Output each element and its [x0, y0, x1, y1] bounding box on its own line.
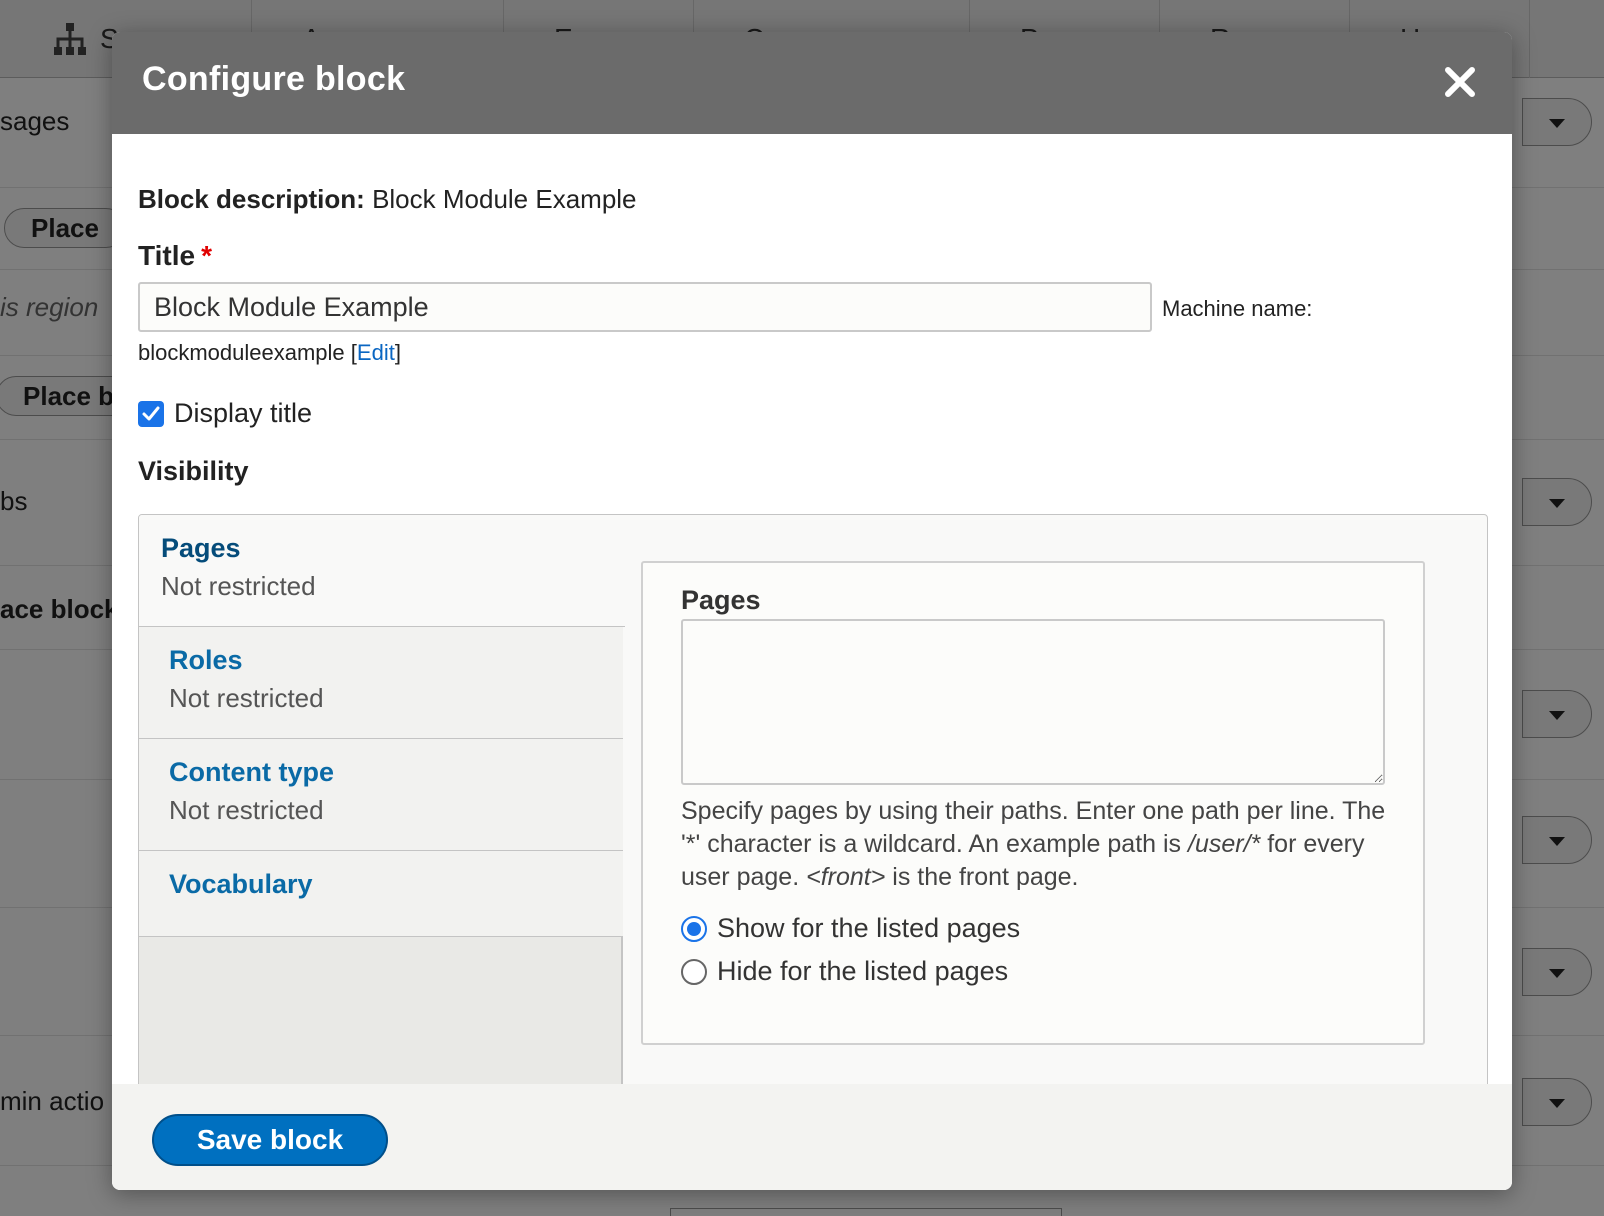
description-front: <front>: [806, 863, 886, 891]
display-title-label: Display title: [174, 398, 313, 428]
machine-name-label: Machine name:: [1162, 296, 1313, 321]
checkmark-icon: [142, 406, 160, 420]
tab-content-type[interactable]: Content type Not restricted: [139, 739, 623, 851]
block-description-value: Block Module Example: [372, 184, 637, 214]
radio-show-button[interactable]: [681, 915, 707, 942]
visibility-vertical-tabs: Pages Not restricted Roles Not restricte…: [138, 514, 1488, 1114]
tab-title: Pages: [161, 533, 241, 563]
tab-summary: Not restricted: [161, 571, 316, 601]
pages-textarea[interactable]: [681, 619, 1385, 785]
pages-pane: Pages Specify pages by using their paths…: [641, 561, 1425, 1045]
description-example-path: /user/*: [1188, 830, 1261, 858]
required-marker: *: [201, 240, 212, 271]
display-title-option[interactable]: Display title: [138, 398, 312, 429]
tab-summary: Not restricted: [169, 795, 324, 825]
title-field-label: Title *: [138, 240, 212, 272]
configure-block-dialog: Configure block Block description: Block…: [112, 32, 1512, 1190]
tab-title: Roles: [169, 645, 243, 675]
machine-name-edit-link[interactable]: Edit: [357, 340, 395, 365]
tab-vocabulary[interactable]: Vocabulary: [139, 851, 623, 937]
tab-pages[interactable]: Pages Not restricted: [139, 515, 625, 627]
title-input[interactable]: [138, 282, 1152, 332]
description-text: is the front page.: [885, 863, 1079, 891]
tab-roles[interactable]: Roles Not restricted: [139, 627, 623, 739]
pages-field-label: Pages: [681, 585, 761, 615]
visibility-heading: Visibility: [138, 456, 249, 486]
tab-title: Content type: [169, 757, 334, 787]
machine-name-bracket: ]: [394, 340, 401, 365]
block-description-label: Block description:: [138, 184, 365, 214]
dialog-footer: Save block: [112, 1084, 1512, 1190]
tab-title: Vocabulary: [169, 869, 313, 899]
title-label-text: Title: [138, 240, 196, 271]
close-button[interactable]: [1442, 64, 1478, 100]
tab-summary: Not restricted: [169, 683, 324, 713]
radio-hide-label: Hide for the listed pages: [717, 956, 1009, 986]
pages-description: Specify pages by using their paths. Ente…: [681, 795, 1401, 894]
machine-name: blockmoduleexample [Edit]: [138, 340, 401, 366]
close-icon: [1445, 67, 1475, 97]
block-description: Block description: Block Module Example: [138, 184, 637, 215]
radio-show-listed[interactable]: Show for the listed pages: [681, 913, 1020, 944]
dialog-title: Configure block: [142, 60, 406, 98]
display-title-checkbox[interactable]: [138, 400, 164, 427]
machine-name-value: blockmoduleexample: [138, 340, 345, 365]
dialog-header: Configure block: [112, 32, 1512, 134]
radio-hide-listed[interactable]: Hide for the listed pages: [681, 956, 1008, 987]
vertical-tabs-menu: Pages Not restricted Roles Not restricte…: [139, 515, 625, 1113]
save-block-button[interactable]: Save block: [152, 1114, 388, 1166]
radio-hide-button[interactable]: [681, 958, 707, 985]
radio-show-label: Show for the listed pages: [717, 913, 1021, 943]
